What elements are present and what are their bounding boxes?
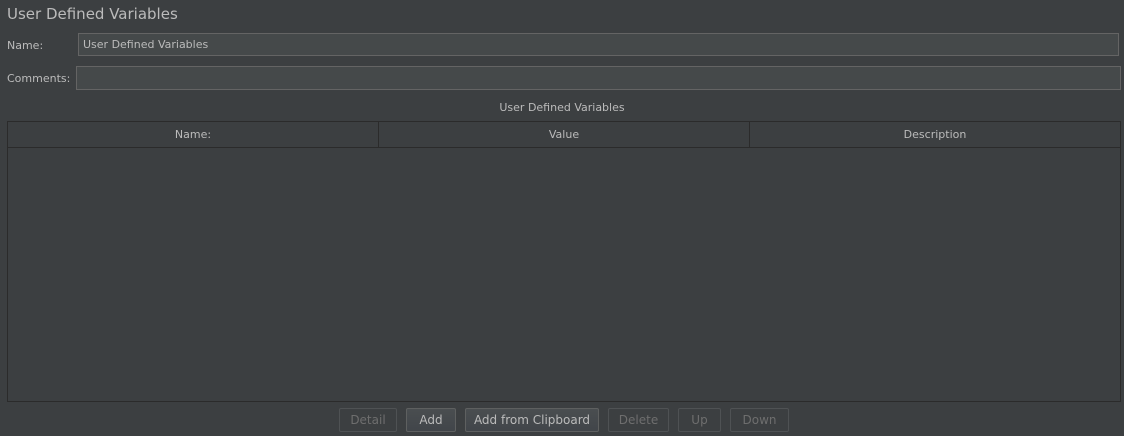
name-input[interactable]: [78, 33, 1119, 56]
down-button[interactable]: Down: [730, 408, 789, 432]
table-body[interactable]: [8, 148, 1120, 401]
table-caption: User Defined Variables: [499, 101, 625, 114]
detail-button[interactable]: Detail: [339, 408, 397, 432]
page-title: User Defined Variables: [7, 5, 178, 23]
comments-input[interactable]: [76, 66, 1121, 90]
table-header: Name: Value Description: [8, 122, 1120, 148]
up-button[interactable]: Up: [678, 408, 721, 432]
column-header-name[interactable]: Name:: [8, 122, 379, 147]
add-from-clipboard-button[interactable]: Add from Clipboard: [465, 408, 599, 432]
variables-table[interactable]: Name: Value Description: [7, 121, 1121, 402]
comments-label: Comments:: [7, 72, 71, 85]
column-header-value[interactable]: Value: [379, 122, 750, 147]
user-defined-variables-panel: User Defined Variables Name: Comments: U…: [0, 0, 1124, 436]
column-header-description[interactable]: Description: [750, 122, 1120, 147]
delete-button[interactable]: Delete: [608, 408, 669, 432]
add-button[interactable]: Add: [406, 408, 456, 432]
name-label: Name:: [7, 39, 44, 52]
